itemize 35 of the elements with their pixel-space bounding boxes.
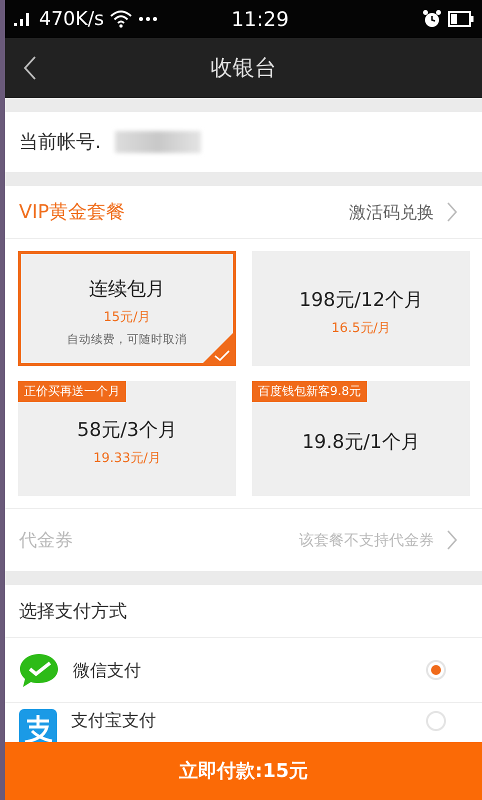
radio-button[interactable] [426,660,446,680]
plan-name: 连续包月 [89,277,165,302]
plan-note: 自动续费，可随时取消 [67,332,187,347]
package-title: VIP黄金套餐 [19,200,126,225]
battery-icon [448,11,474,27]
voucher-label: 代金券 [19,529,73,552]
wifi-icon [110,10,132,28]
check-corner-icon [203,333,233,363]
payment-method-label: 微信支付 [73,660,142,682]
back-icon[interactable] [23,55,37,81]
plan-price: 16.5元/月 [331,320,391,336]
network-speed: 470K/s [39,8,104,30]
account-label: 当前帐号. [19,130,102,155]
radio-button[interactable] [426,711,446,731]
clock-time: 11:29 [231,7,289,31]
voucher-status: 该套餐不支持代金券 [299,530,434,550]
plan-card[interactable]: 连续包月 15元/月 自动续费，可随时取消 [18,251,236,366]
plan-name: 58元/3个月 [77,418,177,442]
chat-bubble-icon [19,652,59,688]
payment-method-label: 支付宝支付 [71,710,157,732]
activation-code-link[interactable]: 激活码兑换 [349,200,434,224]
plan-card[interactable]: 198元/12个月 16.5元/月 [252,251,470,366]
alarm-icon [422,9,442,29]
promo-tag: 百度钱包新客9.8元 [252,381,368,402]
promo-tag: 正价买再送一个月 [18,381,126,402]
more-icon [138,16,158,22]
page-title: 收银台 [210,55,276,83]
plan-price: 15元/月 [104,309,150,326]
chevron-icon [446,201,458,223]
plan-price: 19.33元/月 [93,450,161,466]
chevron-icon [446,529,458,551]
plan-name: 19.8元/1个月 [302,430,420,454]
plan-card[interactable]: 百度钱包新客9.8元 19.8元/1个月 [252,381,470,496]
plan-card[interactable]: 正价买再送一个月 58元/3个月 19.33元/月 [18,381,236,496]
plan-name: 198元/12个月 [299,288,423,312]
